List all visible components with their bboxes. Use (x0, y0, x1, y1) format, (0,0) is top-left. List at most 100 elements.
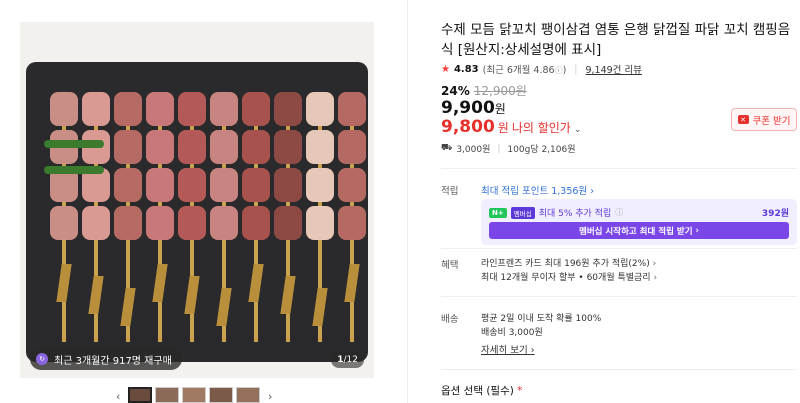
thumbnail-3[interactable] (182, 387, 206, 403)
chevron-down-icon[interactable]: ⌄ (574, 125, 582, 135)
meat-piece (50, 92, 78, 126)
max-points-link[interactable]: 최대 적립 포인트 1,356원 › (481, 183, 594, 197)
repurchase-badge: ↻ 최근 3개월간 917명 재구매 (30, 348, 182, 370)
thumbnail-5[interactable] (236, 387, 260, 403)
chevron-right-icon: › (590, 186, 595, 197)
product-gallery: ↻ 최근 3개월간 917명 재구매 1 /12 ‹ › (0, 0, 408, 403)
membership-button-label: 멤버십 시작하고 최대 적립 받기 (579, 226, 693, 237)
original-price: 12,900원 (473, 84, 527, 98)
meat-piece (210, 130, 238, 164)
divider: | (574, 63, 578, 75)
meat-piece (146, 92, 174, 126)
delivery-arrival: 평균 2일 이내 도착 확률 100% (481, 314, 602, 324)
rating-recent: (최근 6개월 4.86ⓘ) (482, 65, 567, 76)
meat-piece (178, 206, 206, 240)
meat-piece (338, 168, 366, 202)
delivery-more-link[interactable]: 자세히 보기 › (481, 342, 535, 356)
my-discount-price[interactable]: 9,800 원 나의 할인가 ⌄ (441, 117, 581, 137)
product-info: 수제 모듬 닭꼬치 팽이삼겹 염통 은행 닭껍질 파닭 꼬치 캠핑음식 [원산지… (441, 0, 800, 403)
installment-benefit-link[interactable]: 최대 12개월 무이자 할부 • 60개월 특별금리 › (481, 270, 657, 283)
membership-tag: 멤버십 (510, 206, 535, 219)
installment-text: 최대 12개월 무이자 할부 • 60개월 특별금리 (481, 273, 651, 283)
meat-piece (306, 130, 334, 164)
divider (441, 296, 797, 297)
product-main-image[interactable]: ↻ 최근 3개월간 917명 재구매 1 /12 (20, 22, 374, 378)
chevron-right-icon: › (653, 273, 658, 283)
meat-piece (338, 206, 366, 240)
benefits-label: 혜택 (441, 260, 459, 271)
repurchase-text: 최근 3개월간 917명 재구매 (54, 355, 172, 367)
product-title: 수제 모듬 닭꼬치 팽이삼겹 염통 은행 닭껍질 파닭 꼬치 캠핑음식 [원산지… (441, 22, 791, 58)
option-label-text: 옵션 선택 (필수) (441, 385, 514, 397)
meat-piece (114, 130, 142, 164)
meat-piece (274, 168, 302, 202)
meat-piece (338, 92, 366, 126)
review-count-link[interactable]: 9,149건 리뷰 (585, 62, 641, 76)
green-onion (44, 140, 104, 148)
meat-piece (306, 92, 334, 126)
meat-piece (274, 130, 302, 164)
discount-percent: 24% (441, 84, 470, 98)
card-benefit-link[interactable]: 라인프렌즈 카드 최대 196원 추가 적립(2%) › (481, 256, 656, 269)
chevron-right-icon: › (692, 225, 699, 236)
meat-piece (242, 206, 270, 240)
unit-price: 100g당 2,106원 (507, 145, 576, 155)
membership-box: N+ 멤버십 최대 5% 추가 적립 ⓘ 392원 멤버십 시작하고 최대 적립… (481, 199, 797, 245)
thumbnail-strip (128, 387, 260, 403)
info-icon[interactable]: ⓘ (615, 207, 623, 218)
membership-text: 최대 5% 추가 적립 (538, 209, 612, 219)
image-pager: 1 /12 (331, 352, 364, 368)
delivery-label: 배송 (441, 314, 459, 325)
meat-piece (274, 92, 302, 126)
thumbnail-2[interactable] (155, 387, 179, 403)
sale-price-value: 9,900 (441, 98, 495, 118)
meat-piece (146, 130, 174, 164)
meat-piece (114, 92, 142, 126)
meat-piece (210, 92, 238, 126)
my-price-unit: 원 (497, 121, 509, 135)
meat-piece (242, 168, 270, 202)
meat-piece (82, 92, 110, 126)
meat-piece (146, 168, 174, 202)
meat-piece (114, 168, 142, 202)
points-label: 적립 (441, 186, 459, 197)
meat-piece (242, 130, 270, 164)
option-select-label: 옵션 선택 (필수) * (441, 383, 522, 398)
delivery-fee: 배송비 3,000원 (481, 328, 543, 338)
more-text: 자세히 보기 (481, 345, 528, 356)
meat-piece (274, 206, 302, 240)
pager-total: /12 (343, 355, 358, 365)
meat-piece (178, 168, 206, 202)
meat-piece (50, 206, 78, 240)
meat-piece (338, 130, 366, 164)
thumbnail-1[interactable] (128, 387, 152, 403)
meat-piece (82, 206, 110, 240)
meat-piece (242, 92, 270, 126)
discount-row: 24% 12,900원 (441, 82, 527, 99)
meat-piece (114, 206, 142, 240)
shipping-fee: 3,000원 (456, 145, 491, 155)
membership-row: N+ 멤버십 최대 5% 추가 적립 ⓘ 392원 (489, 206, 789, 219)
meat-piece (210, 168, 238, 202)
membership-amount: 392원 (761, 209, 789, 219)
meat-piece (178, 130, 206, 164)
chevron-left-icon[interactable]: ‹ (116, 390, 120, 403)
rating-score: 4.83 (453, 63, 479, 75)
green-onion (44, 166, 104, 174)
repurchase-icon: ↻ (36, 353, 48, 365)
thumbnail-4[interactable] (209, 387, 233, 403)
sale-price-unit: 원 (494, 102, 506, 116)
shipping-summary: ⛟ 3,000원 | 100g당 2,106원 (441, 142, 576, 155)
info-icon[interactable]: ⓘ (555, 66, 563, 75)
membership-start-button[interactable]: 멤버십 시작하고 최대 적립 받기 › (489, 222, 789, 239)
chevron-right-icon[interactable]: › (268, 390, 272, 403)
coupon-button[interactable]: ✕ 쿠폰 받기 (731, 108, 797, 131)
coupon-icon: ✕ (737, 115, 749, 124)
divider: | (497, 143, 501, 154)
meat-piece (306, 206, 334, 240)
max-points-text: 최대 적립 포인트 1,356원 (481, 186, 588, 197)
sale-price: 9,900원 (441, 98, 506, 118)
coupon-label: 쿠폰 받기 (752, 115, 791, 127)
my-price-label: 나의 할인가 (511, 121, 571, 135)
card-benefit-text: 라인프렌즈 카드 최대 196원 추가 적립(2%) (481, 259, 650, 269)
